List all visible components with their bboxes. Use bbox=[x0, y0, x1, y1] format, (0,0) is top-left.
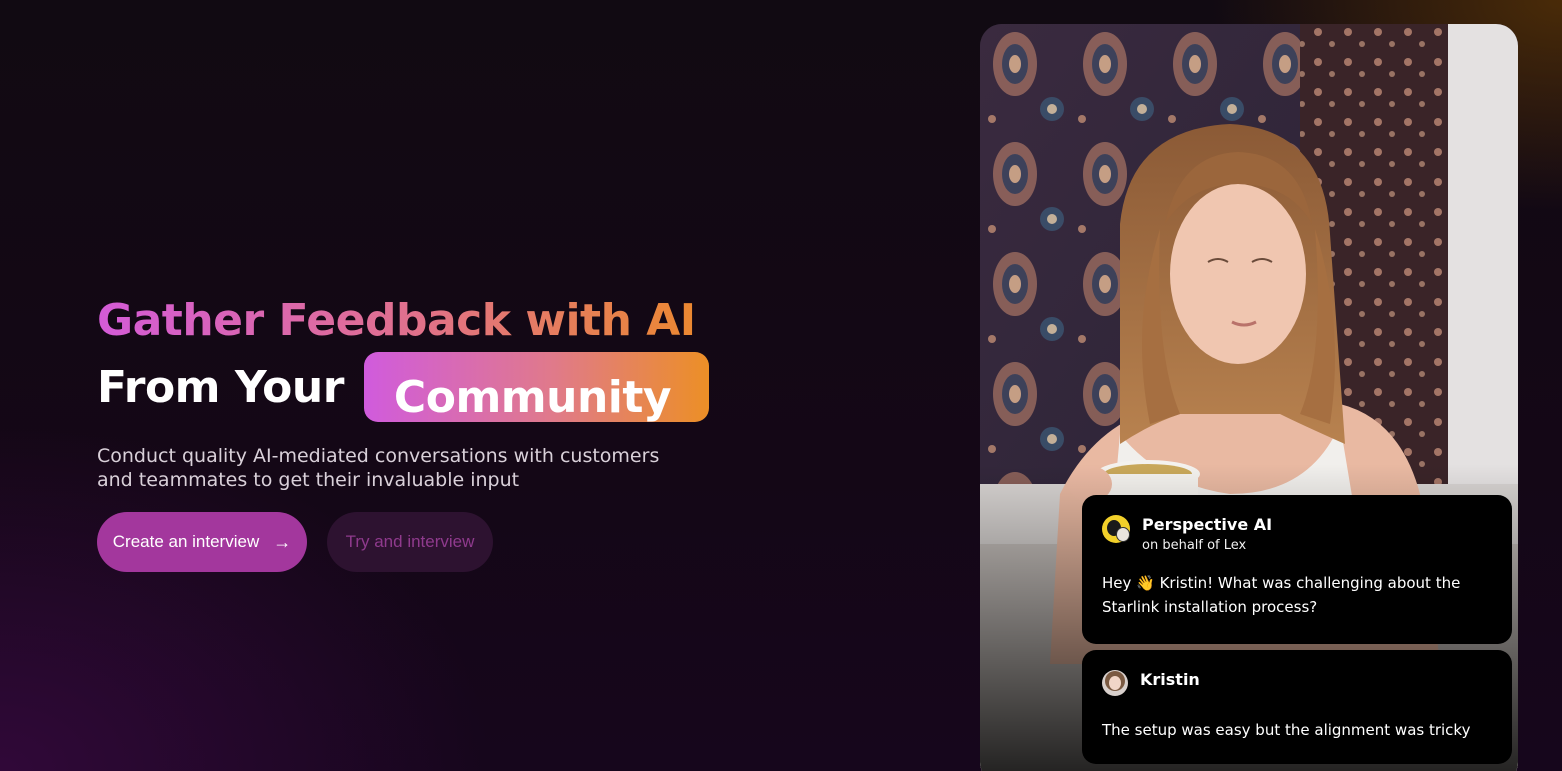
ai-message-text: Hey 👋 Kristin! What was challenging abou… bbox=[1102, 574, 1461, 616]
headline-from-your: From Your bbox=[97, 361, 344, 413]
perspective-ai-avatar bbox=[1102, 515, 1130, 543]
headline-line-1: Gather Feedback with AI bbox=[97, 292, 717, 350]
user-sender-name: Kristin bbox=[1140, 670, 1200, 689]
user-chat-message: Kristin The setup was easy but the align… bbox=[1082, 650, 1512, 764]
kristin-avatar bbox=[1102, 670, 1128, 696]
ai-sender-block: Perspective AI on behalf of Lex bbox=[1142, 515, 1272, 555]
community-highlight-text: Community bbox=[393, 372, 672, 422]
user-chat-header: Kristin bbox=[1102, 670, 1492, 696]
headline-line-2: From Your Community bbox=[97, 352, 857, 422]
arrow-right-icon: → bbox=[273, 531, 292, 552]
community-highlight-pill: Community bbox=[363, 352, 709, 422]
cta-row: Create an interview → Try and interview bbox=[97, 512, 857, 572]
create-interview-label: Create an interview bbox=[112, 532, 260, 551]
ai-sender-subtitle: on behalf of Lex bbox=[1142, 538, 1247, 553]
ai-chat-message: Perspective AI on behalf of Lex Hey 👋 Kr… bbox=[1082, 495, 1512, 644]
user-sender-block: Kristin bbox=[1140, 670, 1200, 690]
hero-subtitle: Conduct quality AI-mediated conversation… bbox=[97, 445, 660, 491]
hero-section: Gather Feedback with AI From Your Commun… bbox=[97, 292, 857, 572]
ai-sender-name: Perspective AI bbox=[1142, 515, 1273, 534]
ai-chat-header: Perspective AI on behalf of Lex bbox=[1102, 515, 1492, 555]
user-message-text: The setup was easy but the alignment was… bbox=[1102, 721, 1471, 739]
try-interview-button[interactable]: Try and interview bbox=[327, 512, 493, 572]
create-interview-button[interactable]: Create an interview → bbox=[97, 512, 307, 572]
